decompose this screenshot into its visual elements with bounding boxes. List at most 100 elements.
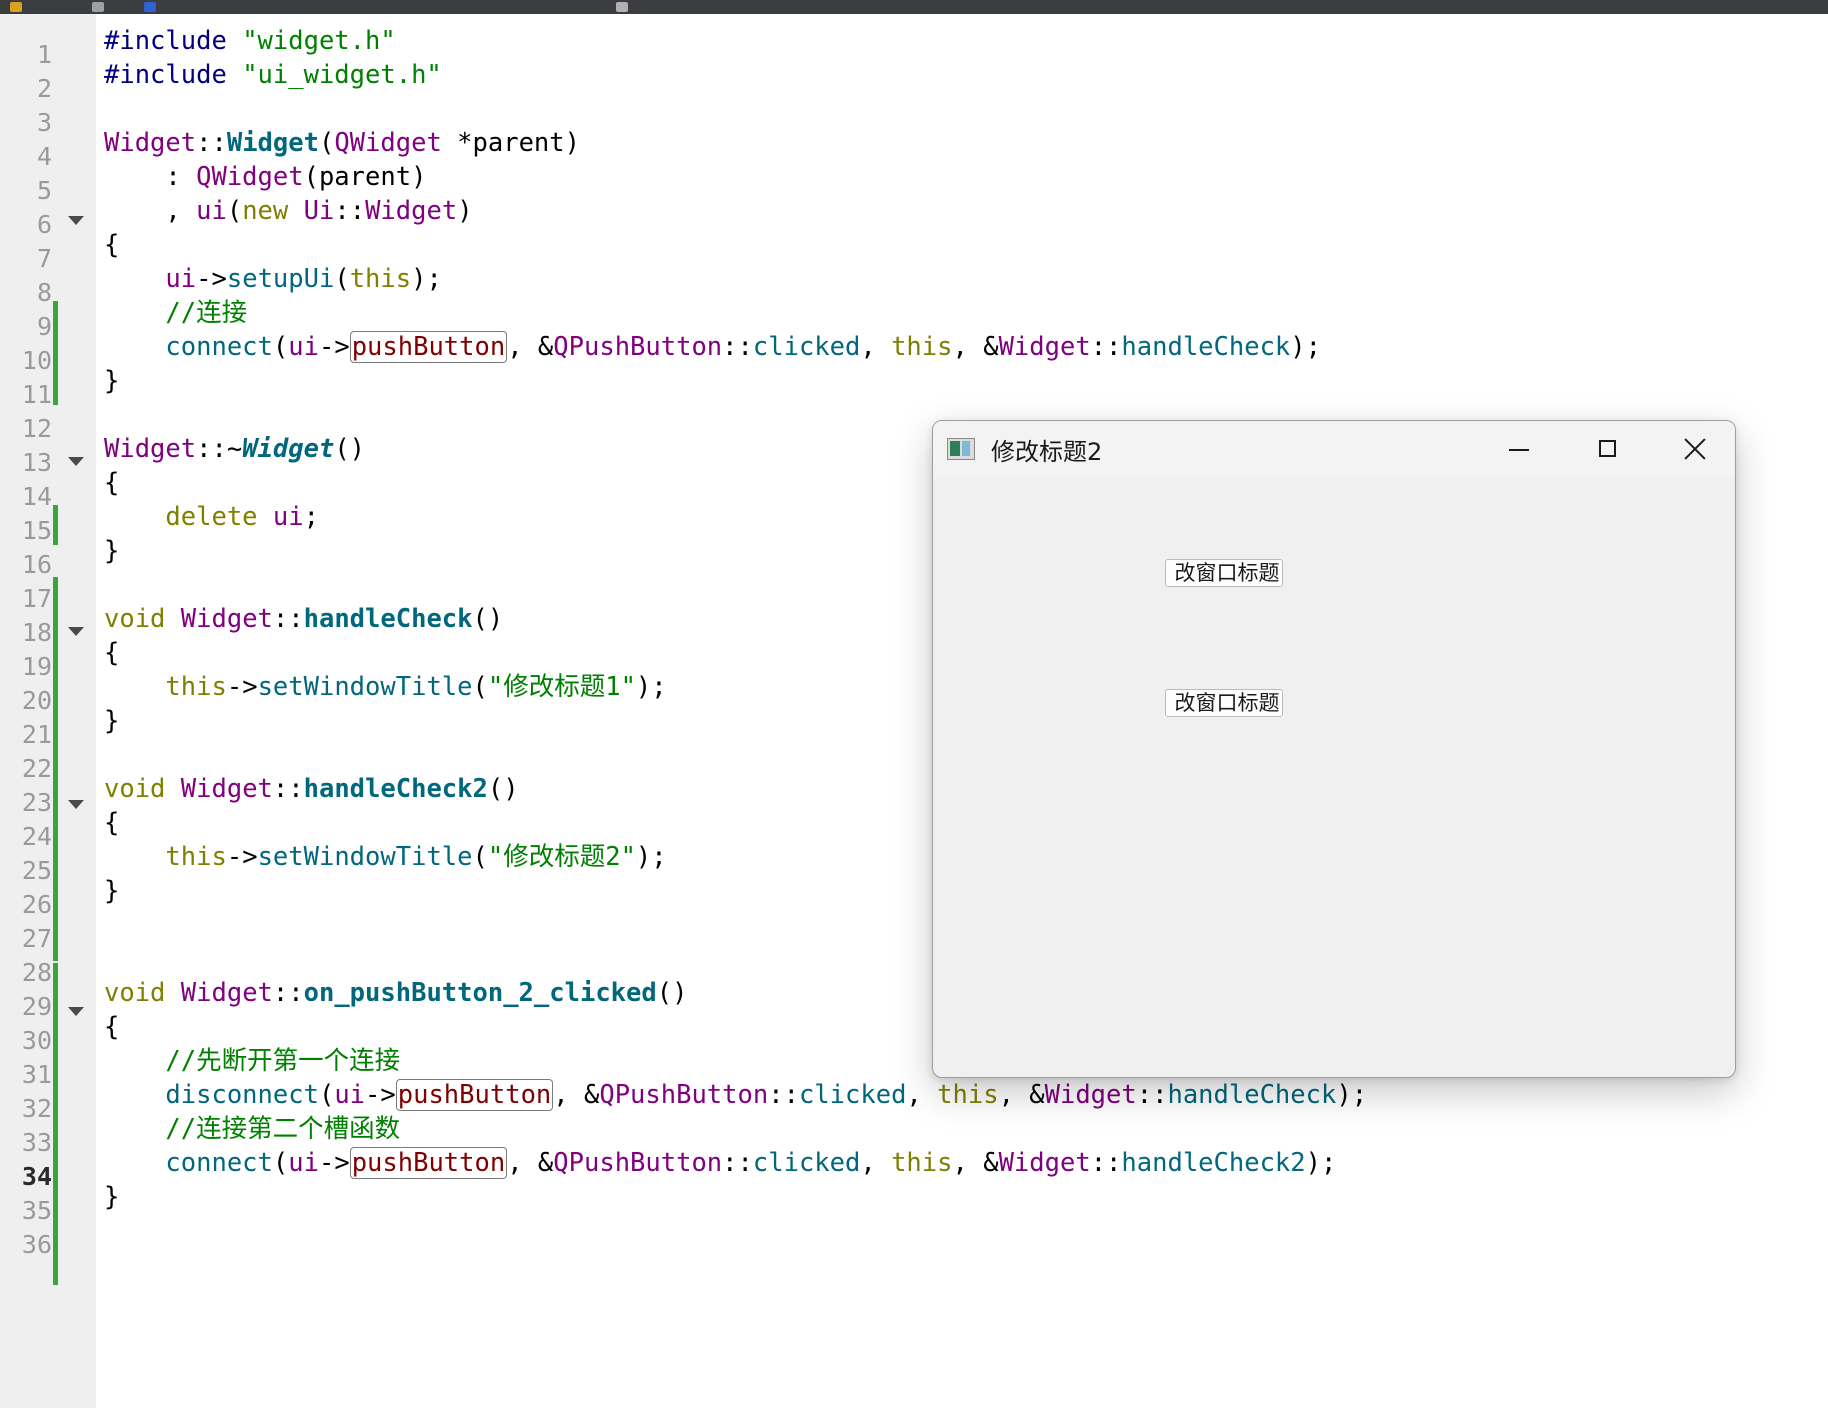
app-window-icon: [947, 438, 975, 460]
line-number: 25: [21, 856, 52, 885]
code-token: , &: [998, 1080, 1045, 1110]
code-token: ->: [318, 332, 350, 362]
change-marker: [53, 505, 58, 545]
code-token[interactable]: pushButton: [349, 331, 508, 363]
code-token: );: [1305, 1148, 1337, 1178]
code-token: ): [411, 162, 427, 192]
code-token: delete: [165, 502, 258, 532]
fold-arrow-icon[interactable]: [68, 1007, 84, 1016]
line-number: 19: [21, 652, 52, 681]
code-token: ::: [722, 1148, 753, 1178]
code-token: ui: [165, 264, 197, 294]
change-marker: [53, 577, 58, 961]
code-token: void: [104, 774, 166, 804]
close-button[interactable]: [1655, 421, 1735, 477]
code-line-9: //连接: [104, 298, 248, 328]
fold-arrow-icon[interactable]: [68, 627, 84, 636]
code-token: handleCheck2: [1121, 1148, 1306, 1178]
code-token: this: [165, 672, 227, 702]
code-token: clicked: [752, 332, 861, 362]
window-title: 修改标题2: [991, 437, 1103, 466]
fold-arrow-icon[interactable]: [68, 800, 84, 809]
code-token: handleCheck: [1121, 332, 1291, 362]
code-token: (: [472, 842, 488, 872]
push-button[interactable]: 改窗口标题: [1165, 559, 1283, 587]
line-number: 31: [21, 1060, 52, 1089]
toolbar-file-icon[interactable]: [92, 2, 104, 12]
code-token: void: [104, 978, 166, 1008]
code-line-13: Widget::~Widget(): [104, 432, 365, 466]
fold-arrow-icon[interactable]: [68, 216, 84, 225]
toolbar-document-icon[interactable]: [616, 2, 628, 12]
code-token: this: [349, 264, 412, 294]
line-number: 2: [36, 74, 52, 103]
code-line-7: {: [104, 230, 120, 260]
line-number: 14: [21, 482, 52, 511]
line-number: 1: [36, 40, 52, 69]
line-number: 13: [21, 448, 52, 477]
code-token: ::: [272, 604, 304, 634]
line-number: 32: [21, 1094, 52, 1123]
code-token: Widget: [1044, 1080, 1137, 1110]
line-number: 20: [21, 686, 52, 715]
code-token: , &: [952, 1148, 999, 1178]
code-token: , &: [507, 1148, 554, 1178]
code-token: QWidget: [334, 128, 442, 158]
code-token: on_pushButton_2_clicked: [303, 978, 657, 1008]
line-number: 4: [36, 142, 52, 171]
code-token: setWindowTitle: [257, 672, 473, 702]
code-token: ::: [768, 1080, 799, 1110]
code-line-35: }: [104, 1182, 120, 1212]
code-token: Widget: [180, 774, 273, 804]
code-token[interactable]: pushButton: [395, 1079, 554, 1111]
code-line-16: }: [104, 536, 120, 566]
code-token: this: [891, 1148, 953, 1178]
code-token: ,: [860, 332, 892, 362]
code-token: (: [303, 162, 319, 192]
code-line-6: , ui(new Ui::Widget): [104, 194, 472, 228]
code-token: (): [656, 978, 688, 1008]
minimize-button[interactable]: [1479, 421, 1559, 477]
toolbar-project-icon[interactable]: [144, 2, 156, 12]
ide-top-toolbar: [0, 0, 1828, 14]
toolbar-arrow-icon[interactable]: [10, 2, 22, 12]
line-number: 33: [21, 1128, 52, 1157]
line-number: 29: [21, 992, 52, 1021]
line-number: 35: [21, 1196, 52, 1225]
code-token: ::: [272, 978, 304, 1008]
code-token: ::: [272, 774, 304, 804]
code-line-4: Widget::Widget(QWidget *parent): [104, 126, 580, 160]
code-token: ::: [1136, 1080, 1168, 1110]
code-token: *: [441, 128, 473, 158]
code-token: clicked: [798, 1080, 907, 1110]
code-line-2: #include "ui_widget.h": [104, 58, 442, 92]
code-token: ,: [104, 196, 197, 226]
maximize-button[interactable]: [1569, 421, 1649, 477]
code-token: this: [165, 842, 227, 872]
fold-arrow-icon[interactable]: [68, 457, 84, 466]
code-token: ->: [226, 842, 258, 872]
code-token: "修改标题1": [487, 672, 636, 702]
code-token: parent: [472, 128, 565, 158]
code-token: connect: [165, 1148, 273, 1178]
line-number: 34: [21, 1162, 52, 1191]
qt-widget-window[interactable]: 修改标题2 改窗口标题 改窗口标题: [932, 420, 1736, 1078]
push-button-2[interactable]: 改窗口标题: [1165, 689, 1283, 717]
code-token[interactable]: pushButton: [349, 1147, 508, 1179]
code-line-34: connect(ui->pushButton, &QPushButton::cl…: [104, 1146, 1336, 1180]
line-number: 36: [21, 1230, 52, 1259]
code-token: (: [318, 128, 335, 158]
code-line-25: this->setWindowTitle("修改标题2");: [104, 840, 666, 874]
window-title-bar[interactable]: 修改标题2: [933, 421, 1735, 477]
code-token: Widget: [998, 1148, 1091, 1178]
change-marker: [53, 963, 58, 1285]
